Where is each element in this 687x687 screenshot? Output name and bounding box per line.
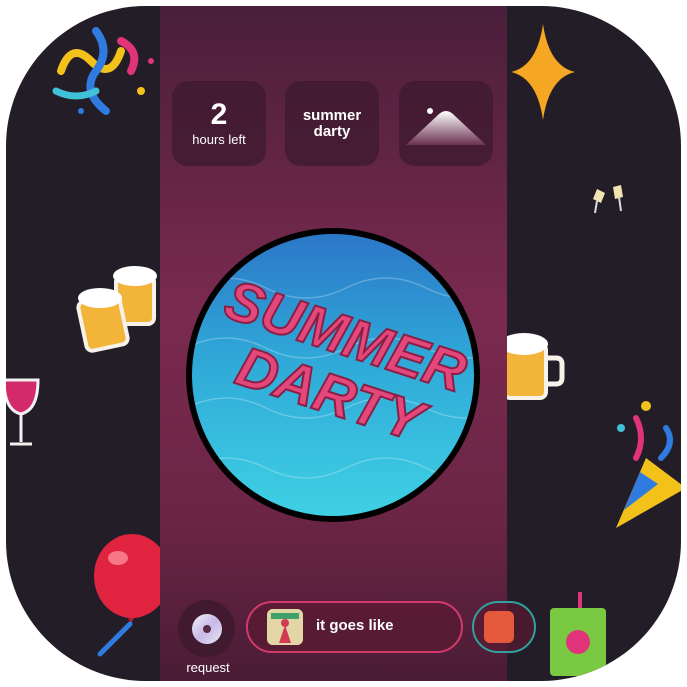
request-label: request (186, 660, 230, 675)
disc-icon (191, 613, 222, 644)
champagne-icon (593, 185, 623, 214)
hours-left-value: 2 (210, 98, 228, 131)
party-popper-icon (616, 401, 681, 528)
party-panel: 2 hours left summer darty SUMMER DARTY r… (160, 6, 536, 681)
confetti-icon (52, 27, 154, 115)
next-song-artwork (484, 611, 514, 643)
wine-glass-icon (6, 378, 40, 446)
juice-box-icon (550, 592, 606, 676)
beer-mug-icon (76, 266, 157, 353)
party-name-tile[interactable]: summer darty (285, 81, 379, 166)
mountain-icon (406, 107, 486, 145)
bottom-bar: request it goes like (160, 596, 536, 681)
party-name: summer darty (302, 106, 362, 140)
next-song-pill[interactable] (472, 601, 536, 653)
album-cover[interactable]: SUMMER DARTY (186, 228, 480, 522)
song-artwork (267, 609, 303, 645)
time-left-tile: 2 hours left (172, 81, 266, 166)
now-playing-pill[interactable]: it goes like (246, 601, 463, 653)
cover-art: SUMMER DARTY (192, 234, 475, 516)
vibe-tile[interactable] (399, 81, 493, 166)
request-button[interactable] (178, 600, 235, 657)
app-frame: 2 hours left summer darty SUMMER DARTY r… (6, 6, 681, 681)
song-title: it goes like (316, 617, 394, 634)
beer-mug-icon (500, 333, 565, 400)
hours-left-label: hours left (192, 132, 246, 147)
